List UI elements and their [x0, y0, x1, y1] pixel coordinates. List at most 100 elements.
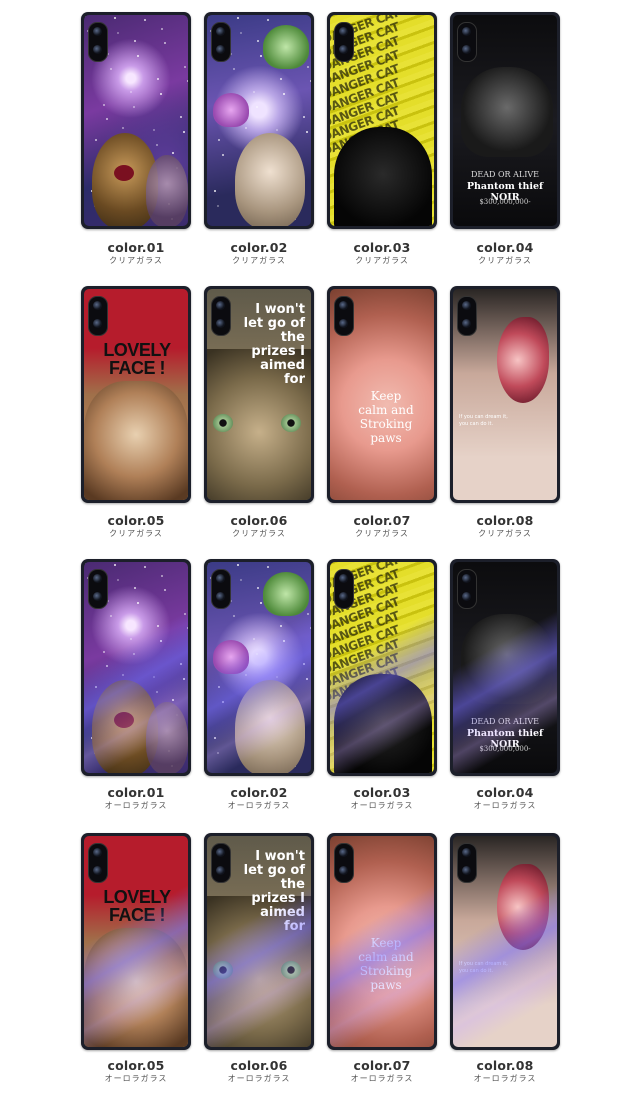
star-decoration — [110, 67, 112, 70]
camera-icon — [334, 569, 354, 609]
product-card[interactable]: I won't let go of the prizes I aimed for… — [204, 833, 314, 1088]
camera-icon — [457, 843, 477, 883]
star-decoration — [133, 587, 136, 590]
cat-eye — [281, 961, 301, 979]
star-decoration — [255, 652, 258, 655]
star-decoration — [114, 564, 117, 567]
glass-type-label: クリアガラス — [232, 529, 286, 538]
color-label: color.02 — [230, 785, 288, 800]
phone-case-image[interactable]: LOVELY FACE ! — [81, 833, 191, 1050]
star-decoration — [160, 27, 163, 30]
camera-icon — [334, 22, 354, 62]
phone-case-image[interactable]: LOVELY FACE ! — [81, 286, 191, 503]
product-card[interactable]: I won't let go of the prizes I aimed for… — [204, 286, 314, 541]
phone-case-image[interactable]: I won't let go of the prizes I aimed for — [204, 833, 314, 1050]
star-decoration — [207, 15, 209, 17]
star-decoration — [221, 701, 224, 704]
product-card[interactable]: color.01 オーロラガラス — [81, 559, 191, 814]
star-decoration — [252, 90, 255, 93]
product-card[interactable]: DANGER CATDANGER CATDANGER CATDANGER CAT… — [327, 12, 437, 267]
product-card[interactable]: If you can dream it, you can do it. color… — [450, 833, 560, 1088]
bounty-text: $300,000,000- — [479, 745, 531, 753]
star-decoration — [214, 737, 217, 740]
star-decoration — [214, 190, 217, 193]
star-decoration — [152, 675, 155, 678]
star-decoration — [144, 19, 147, 22]
star-decoration — [105, 665, 108, 668]
star-decoration — [129, 90, 132, 93]
glass-type-label: オーロラガラス — [104, 1074, 168, 1083]
phone-case-image[interactable]: Keep calm and Stroking paws — [327, 833, 437, 1050]
star-decoration — [117, 578, 120, 581]
phone-case-image[interactable]: If you can dream it, you can do it. — [450, 286, 560, 503]
phone-case-image[interactable] — [204, 12, 314, 229]
product-card[interactable]: color.02 クリアガラス — [204, 12, 314, 267]
phone-case-image[interactable] — [81, 559, 191, 776]
glass-type-label: オーロラガラス — [227, 801, 291, 810]
product-card[interactable]: DEAD OR ALIVE Phantom thief NOIR $300,000,… — [450, 12, 560, 267]
star-decoration — [156, 78, 159, 81]
star-decoration — [102, 650, 105, 653]
product-card[interactable]: Keep calm and Stroking paws color.07 オーロラガ… — [327, 833, 437, 1088]
star-decoration — [302, 116, 305, 119]
phone-case-image[interactable]: Keep calm and Stroking paws — [327, 286, 437, 503]
product-card[interactable]: If you can dream it, you can do it. color… — [450, 286, 560, 541]
product-card[interactable]: LOVELY FACE ! color.05 クリアガラス — [81, 286, 191, 541]
product-grid: color.01クリアガラスcolor.02クリアガラスDANGER CATDA… — [0, 0, 640, 1097]
glass-type-label: オーロラガラス — [473, 801, 537, 810]
star-decoration — [137, 602, 140, 605]
color-label: color.01 — [107, 240, 165, 255]
glass-type-label: クリアガラス — [232, 256, 286, 265]
color-label: color.02 — [230, 240, 288, 255]
phone-case-image[interactable]: If you can dream it, you can do it. — [450, 833, 560, 1050]
star-decoration — [129, 637, 132, 640]
phone-case-image[interactable] — [81, 12, 191, 229]
color-label: color.08 — [476, 513, 534, 528]
phone-case-image[interactable]: DANGER CATDANGER CATDANGER CATDANGER CAT… — [327, 559, 437, 776]
product-card[interactable]: color.01 クリアガラス — [81, 12, 191, 267]
camera-icon — [88, 22, 108, 62]
cat-eye — [213, 961, 233, 979]
phone-case-image[interactable] — [204, 559, 314, 776]
star-decoration — [182, 131, 185, 134]
phone-case-image[interactable]: DEAD OR ALIVE Phantom thief NOIR $300,000,… — [450, 559, 560, 776]
color-label: color.06 — [230, 1058, 288, 1073]
star-decoration — [306, 65, 309, 68]
star-decoration — [186, 80, 188, 83]
phone-case-image[interactable]: DANGER CATDANGER CATDANGER CATDANGER CAT… — [327, 12, 437, 229]
star-decoration — [217, 204, 220, 207]
star-decoration — [156, 625, 159, 628]
star-decoration — [245, 126, 248, 129]
star-decoration — [164, 589, 167, 592]
cat-mouth — [114, 165, 134, 181]
cat-image — [235, 133, 305, 226]
product-card[interactable]: DANGER CATDANGER CATDANGER CATDANGER CAT… — [327, 559, 437, 814]
star-decoration — [305, 678, 308, 681]
product-card[interactable]: DEAD OR ALIVE Phantom thief NOIR $300,000,… — [450, 559, 560, 814]
product-card[interactable]: Keep calm and Stroking paws color.07 クリアガラ… — [327, 286, 437, 541]
bounty-text: $300,000,000- — [479, 198, 531, 206]
star-decoration — [183, 65, 186, 68]
star-decoration — [218, 139, 221, 142]
product-card[interactable]: color.02 オーロラガラス — [204, 559, 314, 814]
star-decoration — [183, 612, 186, 615]
star-decoration — [122, 673, 125, 676]
star-decoration — [159, 640, 162, 643]
star-decoration — [172, 152, 175, 155]
star-decoration — [133, 40, 136, 43]
star-decoration — [275, 128, 278, 131]
star-decoration — [306, 612, 309, 615]
star-decoration — [172, 699, 175, 702]
camera-icon — [88, 843, 108, 883]
star-decoration — [240, 31, 243, 34]
color-label: color.08 — [476, 1058, 534, 1073]
phone-case-image[interactable]: DEAD OR ALIVE Phantom thief NOIR $300,000,… — [450, 12, 560, 229]
phone-case-image[interactable]: I won't let go of the prizes I aimed for — [204, 286, 314, 503]
star-decoration — [132, 105, 135, 108]
camera-icon — [334, 296, 354, 336]
star-decoration — [137, 55, 140, 58]
product-card[interactable]: LOVELY FACE ! color.05 オーロラガラス — [81, 833, 191, 1088]
glass-type-label: クリアガラス — [109, 529, 163, 538]
star-decoration — [84, 15, 86, 17]
star-decoration — [159, 93, 162, 96]
